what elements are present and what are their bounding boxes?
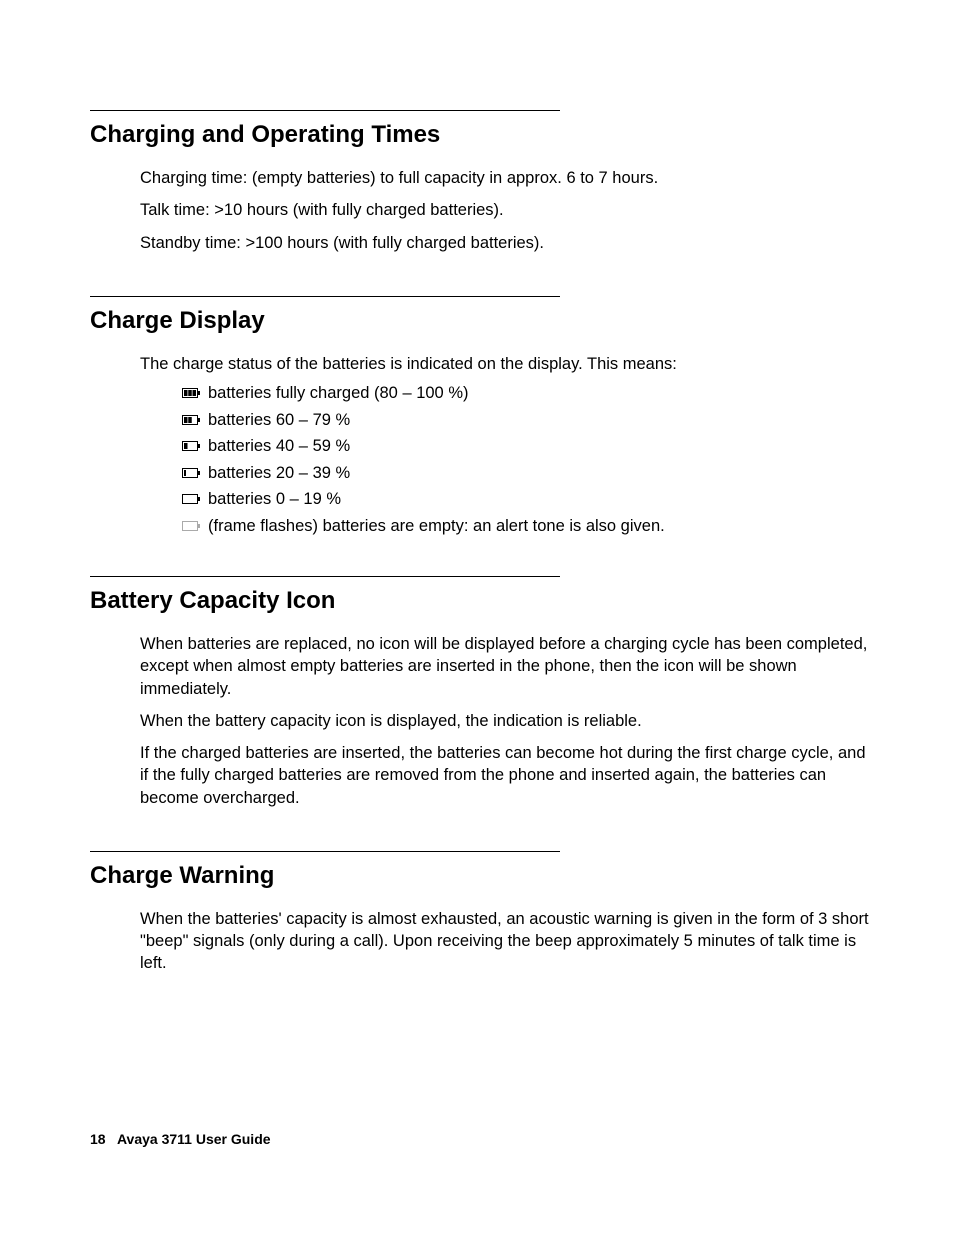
section-charging-times: Charging and Operating Times Charging ti…: [90, 110, 874, 254]
section-heading: Charging and Operating Times: [90, 121, 874, 149]
list-item: batteries 40 – 59 %: [182, 438, 874, 455]
paragraph: Standby time: >100 hours (with fully cha…: [140, 232, 874, 254]
page-footer: 18 Avaya 3711 User Guide: [90, 1131, 271, 1147]
battery-0-icon: [182, 494, 200, 504]
paragraph: If the charged batteries are inserted, t…: [140, 742, 874, 809]
list-item: batteries 20 – 39 %: [182, 465, 874, 482]
section-charge-display: Charge Display The charge status of the …: [90, 296, 874, 534]
paragraph: Charging time: (empty batteries) to full…: [140, 167, 874, 189]
page-number: 18: [90, 1131, 106, 1147]
battery-40-icon: [182, 441, 200, 451]
doc-title: Avaya 3711 User Guide: [117, 1131, 271, 1147]
section-body: When batteries are replaced, no icon wil…: [140, 633, 874, 809]
document-page: Charging and Operating Times Charging ti…: [0, 0, 954, 1235]
section-rule: [90, 576, 560, 577]
section-battery-capacity: Battery Capacity Icon When batteries are…: [90, 576, 874, 809]
battery-60-icon: [182, 415, 200, 425]
section-heading: Battery Capacity Icon: [90, 587, 874, 615]
list-item: batteries 60 – 79 %: [182, 412, 874, 429]
paragraph: When batteries are replaced, no icon wil…: [140, 633, 874, 700]
section-heading: Charge Display: [90, 307, 874, 335]
section-charge-warning: Charge Warning When the batteries' capac…: [90, 851, 874, 975]
section-rule: [90, 296, 560, 297]
section-body: The charge status of the batteries is in…: [140, 353, 874, 534]
section-body: When the batteries' capacity is almost e…: [140, 908, 874, 975]
list-item-label: batteries 60 – 79 %: [208, 412, 350, 429]
section-heading: Charge Warning: [90, 862, 874, 890]
battery-full-icon: [182, 388, 200, 398]
section-rule: [90, 110, 560, 111]
paragraph: When the batteries' capacity is almost e…: [140, 908, 874, 975]
battery-empty-icon: [182, 521, 200, 531]
paragraph: Talk time: >10 hours (with fully charged…: [140, 199, 874, 221]
section-body: Charging time: (empty batteries) to full…: [140, 167, 874, 254]
list-item-label: batteries fully charged (80 – 100 %): [208, 385, 468, 402]
paragraph: The charge status of the batteries is in…: [140, 353, 874, 375]
battery-status-list: batteries fully charged (80 – 100 %) bat…: [182, 385, 874, 534]
list-item-label: batteries 0 – 19 %: [208, 491, 341, 508]
battery-20-icon: [182, 468, 200, 478]
list-item-label: batteries 20 – 39 %: [208, 465, 350, 482]
list-item-label: (frame flashes) batteries are empty: an …: [208, 518, 665, 535]
list-item-label: batteries 40 – 59 %: [208, 438, 350, 455]
list-item: (frame flashes) batteries are empty: an …: [182, 518, 874, 535]
paragraph: When the battery capacity icon is displa…: [140, 710, 874, 732]
list-item: batteries 0 – 19 %: [182, 491, 874, 508]
section-rule: [90, 851, 560, 852]
list-item: batteries fully charged (80 – 100 %): [182, 385, 874, 402]
